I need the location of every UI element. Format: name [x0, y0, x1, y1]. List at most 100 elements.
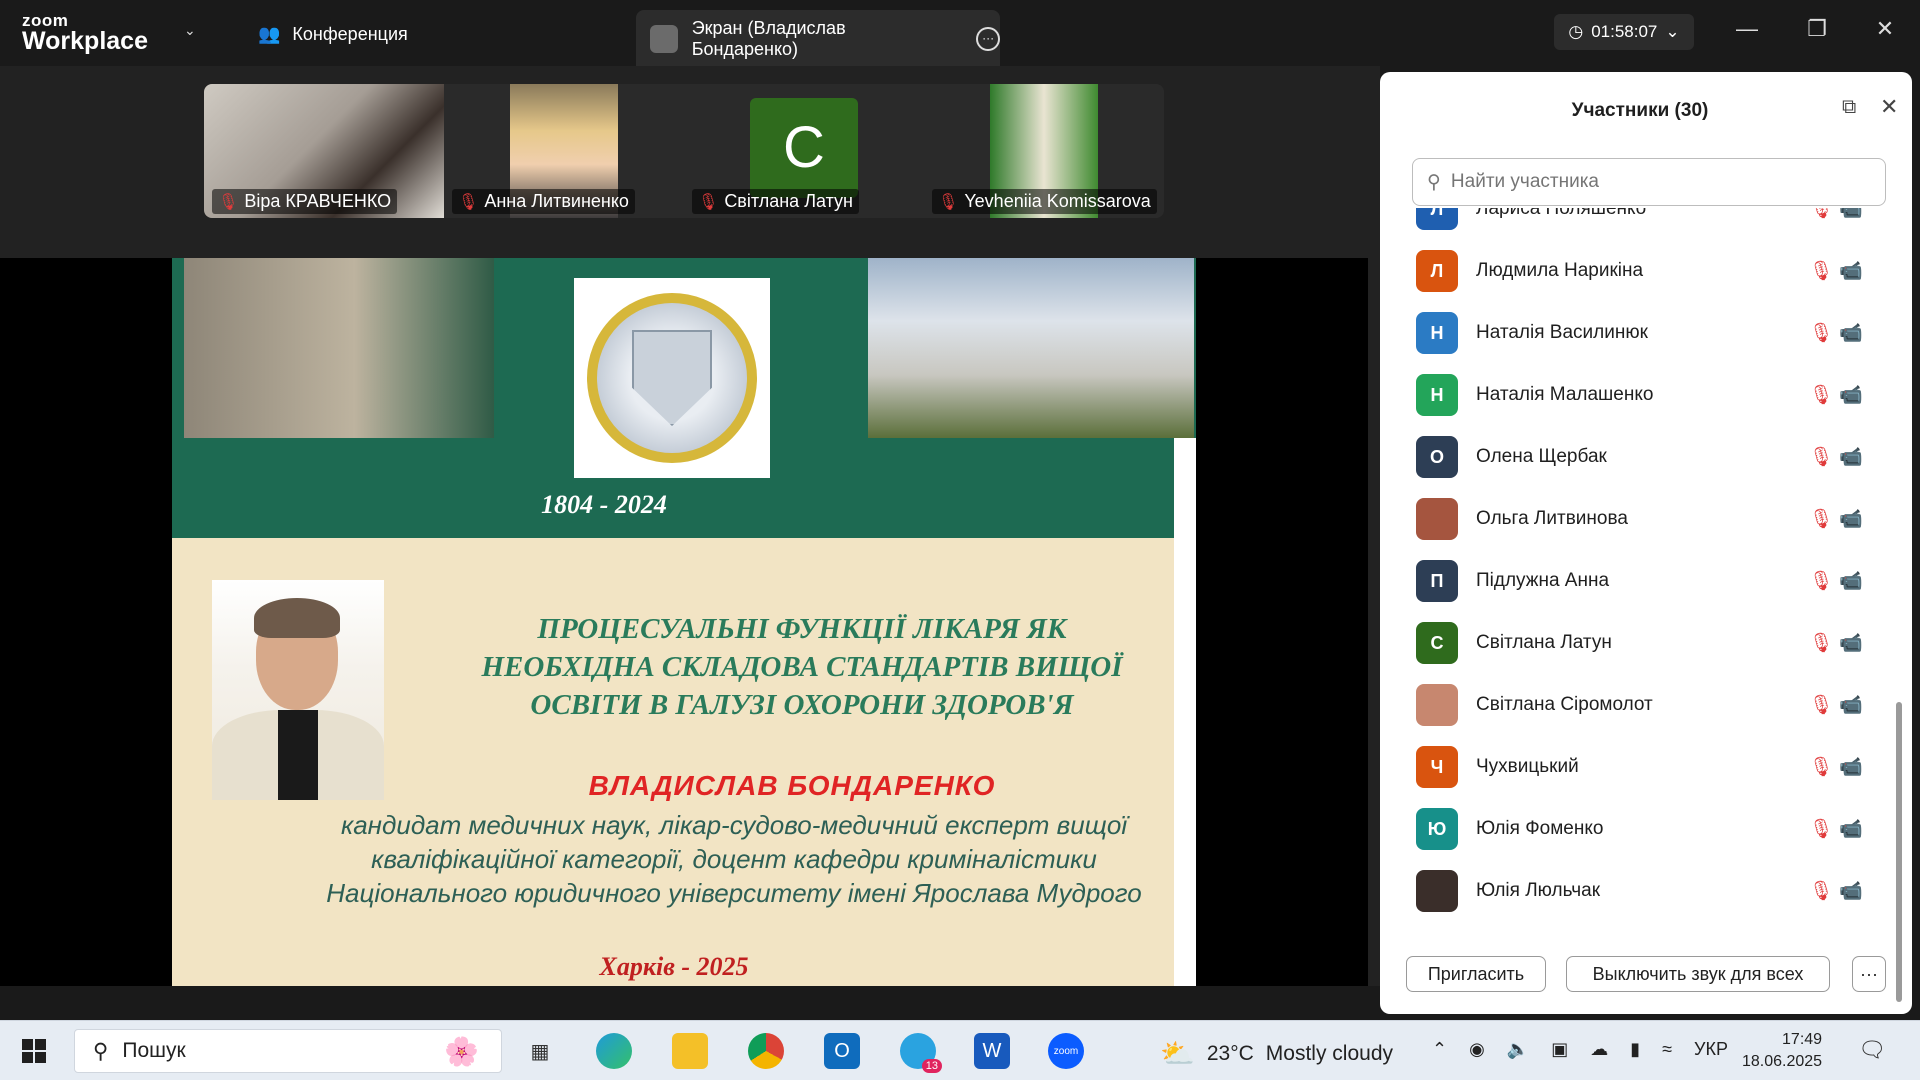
camera-off-icon[interactable]: 📹: [1836, 569, 1866, 593]
screen-share-tab[interactable]: Экран (Владислав Бондаренко) ···: [636, 10, 1000, 68]
close-icon[interactable]: ✕: [1870, 16, 1900, 42]
participant-name: Підлужна Анна: [1476, 570, 1610, 591]
clock-icon: ◷: [1568, 22, 1584, 41]
video-thumbnail-strip: 🎙 Віра КРАВЧЕНКО 🎙 Анна Литвиненко С 🎙 Світ…: [204, 84, 1164, 218]
camera-off-icon[interactable]: 📹: [1836, 817, 1866, 841]
close-icon[interactable]: ✕: [1880, 94, 1898, 120]
university-emblem: [574, 278, 770, 478]
minimize-icon[interactable]: —: [1732, 16, 1762, 42]
participant-name: Ольга Литвинова: [1476, 508, 1628, 529]
edge-browser-icon[interactable]: [596, 1033, 632, 1069]
slide-city-year: Харків - 2025: [599, 952, 749, 981]
avatar: Н: [1416, 374, 1458, 416]
mic-muted-icon[interactable]: 🎙: [1806, 693, 1836, 717]
task-view-icon[interactable]: ▦: [522, 1033, 558, 1069]
mic-muted-icon[interactable]: 🎙: [1806, 631, 1836, 655]
language-indicator[interactable]: УКР: [1694, 1039, 1728, 1060]
meeting-timer[interactable]: ◷ 01:58:07 ⌄: [1554, 14, 1694, 50]
video-thumbnail[interactable]: 🎙 Анна Литвиненко: [444, 84, 684, 218]
mic-muted-icon[interactable]: 🎙: [1806, 321, 1836, 345]
mic-muted-icon[interactable]: 🎙: [1806, 259, 1836, 283]
participant-row[interactable]: Н Наталія Василинюк 🎙 📹: [1416, 302, 1886, 364]
participant-row[interactable]: П Підлужна Анна 🎙 📹: [1416, 550, 1886, 612]
avatar: Ч: [1416, 746, 1458, 788]
camera-off-icon[interactable]: 📹: [1836, 693, 1866, 717]
participant-name: Лариса Поляшенко: [1476, 208, 1647, 219]
avatar: Л: [1416, 208, 1458, 230]
mic-muted-icon[interactable]: 🎙: [1806, 383, 1836, 407]
participant-row[interactable]: Л Лариса Поляшенко 🎙 📹: [1416, 208, 1886, 240]
system-tray: ⌃ ◉ 🔈 ▣ ☁ ▮ ≈ УКР: [1432, 1039, 1728, 1060]
taskbar-search[interactable]: ⚲ Пошук 🌸: [74, 1029, 502, 1073]
avatar: [1416, 684, 1458, 726]
cloud-icon: ⛅: [1160, 1038, 1195, 1069]
participant-row[interactable]: Світлана Сіромолот 🎙 📹: [1416, 674, 1886, 736]
participant-name: Світлана Сіромолот: [1476, 694, 1653, 715]
mic-muted-icon[interactable]: 🎙: [1806, 507, 1836, 531]
taskbar-clock[interactable]: 17:49 18.06.2025: [1742, 1029, 1822, 1073]
participants-panel: Участники (30) ⧉ ✕ ⚲ ЛЛариса Поляшенко🎙📹…: [1380, 72, 1912, 1014]
participant-name: Наталія Малашенко: [1476, 384, 1654, 405]
word-icon[interactable]: W: [974, 1033, 1010, 1069]
camera-icon[interactable]: 📹: [1836, 507, 1866, 531]
participant-row[interactable]: Л Людмила Нарикіна 🎙 📹: [1416, 240, 1886, 302]
outlook-icon[interactable]: O: [824, 1033, 860, 1069]
participant-search[interactable]: ⚲: [1412, 158, 1886, 206]
mic-muted-icon: 🎙: [698, 193, 719, 211]
restore-icon[interactable]: ❐: [1802, 16, 1832, 42]
zoom-app-icon[interactable]: zoom: [1048, 1033, 1084, 1069]
camera-off-icon[interactable]: 📹: [1836, 879, 1866, 903]
camera-off-icon[interactable]: 📹: [1836, 383, 1866, 407]
cloud-sync-icon[interactable]: ☁: [1590, 1039, 1608, 1060]
camera-off-icon[interactable]: 📹: [1836, 208, 1866, 221]
participant-row[interactable]: Ольга Литвинова 🎙 📹: [1416, 488, 1886, 550]
camera-off-icon[interactable]: 📹: [1836, 445, 1866, 469]
windows-start-icon[interactable]: [22, 1039, 46, 1063]
camera-off-icon[interactable]: 📹: [1836, 321, 1866, 345]
avatar: [1416, 870, 1458, 912]
shared-screen: 1804 - 2024 ПРОЦЕСУАЛЬНІ ФУНКЦІЇ ЛІКАРЯ …: [0, 258, 1368, 986]
mic-muted-icon[interactable]: 🎙: [1806, 569, 1836, 593]
mic-muted-icon: 🎙: [458, 193, 479, 211]
mic-muted-icon[interactable]: 🎙: [1806, 755, 1836, 779]
volume-icon[interactable]: 🔈: [1507, 1039, 1529, 1060]
participant-row[interactable]: Ч Чухвицький 🎙 📹: [1416, 736, 1886, 798]
invite-button[interactable]: Пригласить: [1406, 956, 1546, 992]
wifi-icon[interactable]: ≈: [1662, 1039, 1672, 1060]
mic-muted-icon[interactable]: 🎙: [1806, 445, 1836, 469]
video-thumbnail[interactable]: С 🎙 Світлана Латун: [684, 84, 924, 218]
search-input[interactable]: [1450, 171, 1851, 193]
mic-muted-icon[interactable]: 🎙: [1806, 879, 1836, 903]
presentation-slide: 1804 - 2024 ПРОЦЕСУАЛЬНІ ФУНКЦІЇ ЛІКАРЯ …: [172, 258, 1196, 986]
mute-all-button[interactable]: Выключить звук для всех: [1566, 956, 1830, 992]
camera-off-icon[interactable]: 📹: [1836, 631, 1866, 655]
mic-muted-icon[interactable]: 🎙: [1806, 208, 1836, 221]
scrollbar[interactable]: [1896, 212, 1904, 1002]
telegram-icon[interactable]: 13: [900, 1033, 942, 1073]
chevron-up-icon[interactable]: ⌃: [1432, 1039, 1447, 1060]
zoom-titlebar: zoom Workplace ⌄ 👥 Конференция Экран (Вл…: [0, 0, 1920, 68]
participant-row[interactable]: С Світлана Латун 🎙 📹: [1416, 612, 1886, 674]
notification-icon[interactable]: 🗨: [1858, 1037, 1886, 1063]
video-thumbnail[interactable]: 🎙 Yevheniia Komissarova: [924, 84, 1164, 218]
more-options-icon[interactable]: ···: [976, 27, 1000, 51]
participant-row[interactable]: О Олена Щербак 🎙 📹: [1416, 426, 1886, 488]
weather-widget[interactable]: ⛅ 23°C Mostly cloudy: [1160, 1037, 1393, 1070]
avatar: Ю: [1416, 808, 1458, 850]
more-options-button[interactable]: ···: [1852, 956, 1886, 992]
pop-out-icon[interactable]: ⧉: [1842, 96, 1856, 119]
chevron-down-icon[interactable]: ⌄: [184, 22, 196, 39]
record-icon[interactable]: ◉: [1469, 1039, 1485, 1060]
participant-row[interactable]: Юлія Люльчак 🎙 📹: [1416, 860, 1886, 922]
participant-row[interactable]: Н Наталія Малашенко 🎙 📹: [1416, 364, 1886, 426]
participant-row[interactable]: Ю Юлія Фоменко 🎙 📹: [1416, 798, 1886, 860]
battery-icon[interactable]: ▮: [1630, 1039, 1640, 1060]
camera-off-icon[interactable]: 📹: [1836, 259, 1866, 283]
file-explorer-icon[interactable]: [672, 1033, 708, 1069]
meet-now-icon[interactable]: ▣: [1551, 1039, 1568, 1060]
camera-off-icon[interactable]: 📹: [1836, 755, 1866, 779]
mic-muted-icon[interactable]: 🎙: [1806, 817, 1836, 841]
video-thumbnail[interactable]: 🎙 Віра КРАВЧЕНКО: [204, 84, 444, 218]
chrome-icon[interactable]: [748, 1033, 784, 1069]
conference-menu[interactable]: 👥 Конференция: [258, 24, 408, 45]
